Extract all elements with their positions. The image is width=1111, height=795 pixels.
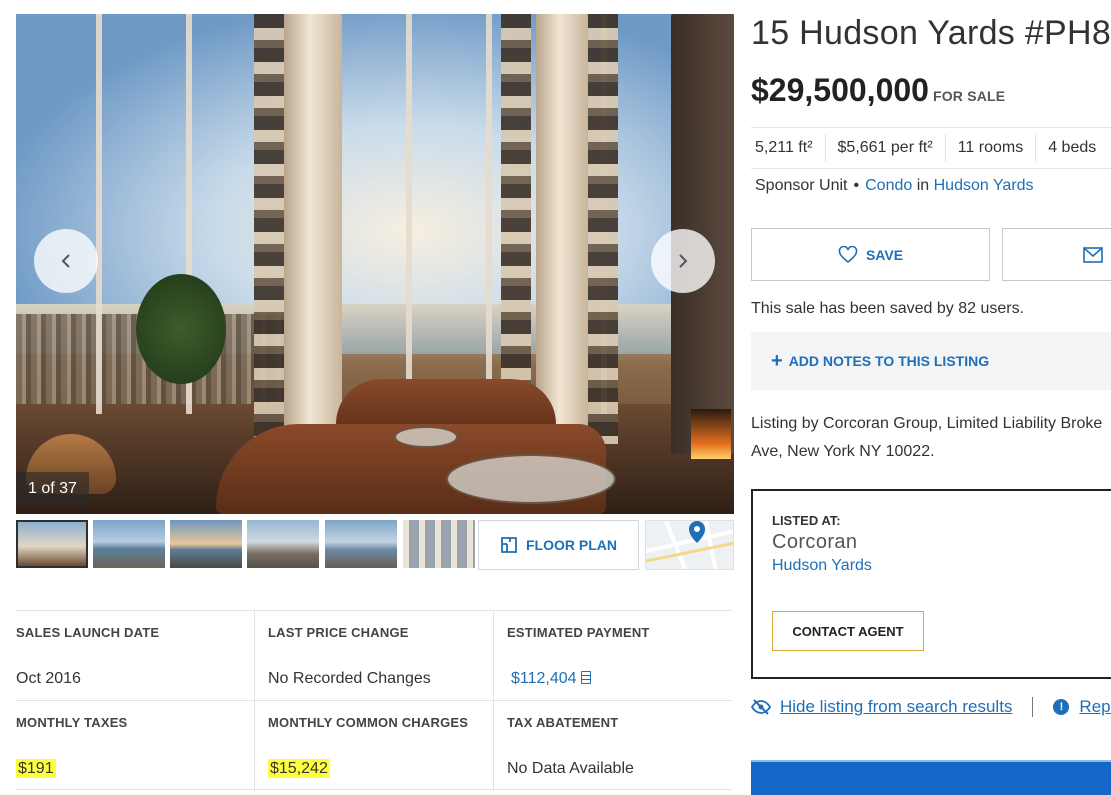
thumbnail[interactable]: [247, 520, 319, 568]
listed-at-box: LISTED AT: Corcoran Hudson Yards CONTACT…: [751, 489, 1111, 679]
stat-beds: 4 beds: [1048, 139, 1097, 156]
common-charges-value: $15,242: [268, 759, 330, 778]
map-pin-icon: [646, 521, 733, 569]
column: [536, 14, 588, 454]
monthly-taxes-value: $191: [16, 759, 56, 778]
info-icon[interactable]: !: [1053, 699, 1070, 715]
listing-details-table: SALES LAUNCH DATE Oct 2016 LAST PRICE CH…: [16, 610, 732, 791]
drape: [254, 14, 284, 444]
unit-type: Sponsor Unit: [755, 177, 848, 194]
detail-label: LAST PRICE CHANGE: [268, 625, 409, 640]
share-email-button[interactable]: [1002, 228, 1111, 281]
listing-summary-panel: 15 Hudson Yards #PH88 $29,500,000 FOR SAL…: [751, 0, 1111, 795]
thumbnail-strip: FLOOR PLAN: [16, 520, 734, 570]
detail-cell: ESTIMATED PAYMENT $112,404: [493, 611, 732, 701]
detail-cell: TAX ABATEMENT No Data Available: [493, 701, 732, 791]
listing-broker-text: Listing by Corcoran Group, Limited Liabi…: [751, 415, 1103, 460]
listing-meta: Sponsor Unit • Condo in Hudson Yards: [755, 177, 1034, 195]
fireplace: [691, 409, 731, 459]
photo-counter: 1 of 37: [16, 472, 89, 506]
detail-cell: MONTHLY TAXES $191: [16, 701, 254, 791]
in-word: in: [916, 177, 930, 194]
side-table: [394, 426, 458, 448]
detail-value: No Recorded Changes: [268, 670, 431, 687]
hide-listing-link[interactable]: Hide listing from search results: [780, 697, 1012, 717]
detail-cell: SALES LAUNCH DATE Oct 2016: [16, 611, 254, 701]
listing-stats: 5,211 ft² $5,661 per ft² 11 rooms 4 beds: [751, 127, 1111, 169]
plant: [136, 274, 226, 384]
floor-plan-icon: [501, 537, 517, 553]
coffee-table: [446, 454, 616, 504]
stat-area: 5,211 ft²: [751, 134, 826, 162]
listed-at-label: LISTED AT:: [772, 513, 841, 528]
property-type-link[interactable]: Condo: [865, 177, 912, 194]
chevron-left-icon: [61, 254, 70, 268]
detail-value: $191: [16, 759, 56, 778]
floor-plan-button[interactable]: FLOOR PLAN: [478, 520, 639, 570]
saved-count-note: This sale has been saved by 82 users.: [751, 300, 1025, 317]
contact-agent-button[interactable]: CONTACT AGENT: [772, 611, 924, 651]
eye-slash-icon[interactable]: [751, 698, 771, 716]
sale-status: FOR SALE: [932, 88, 1006, 104]
detail-value: Oct 2016: [16, 670, 81, 687]
photo-gallery[interactable]: [16, 14, 734, 514]
window-mullion: [406, 14, 412, 414]
stat-rooms: 11 rooms: [954, 134, 1037, 162]
detail-value: $15,242: [268, 759, 330, 778]
save-button[interactable]: SAVE: [751, 228, 990, 281]
window-mullion: [96, 14, 102, 414]
broker-firm-name: Corcoran: [772, 531, 858, 553]
listing-actions-links: Hide listing from search results ! Repor…: [751, 697, 1111, 717]
heart-icon: [838, 245, 858, 263]
save-label: SAVE: [865, 246, 904, 263]
add-notes-button[interactable]: + ADD NOTES TO THIS LISTING: [751, 332, 1111, 390]
details-row: SALES LAUNCH DATE Oct 2016 LAST PRICE CH…: [16, 610, 732, 701]
price-line: $29,500,000 FOR SALE: [751, 72, 1005, 109]
chevron-right-icon: [679, 254, 688, 268]
listing-price: $29,500,000: [751, 72, 929, 108]
neighborhood-link[interactable]: Hudson Yards: [934, 177, 1034, 194]
detail-cell: MONTHLY COMMON CHARGES $15,242: [254, 701, 493, 791]
thumbnail[interactable]: [170, 520, 242, 568]
stat-price-per-ft: $5,661 per ft²: [834, 134, 946, 162]
report-link[interactable]: Report: [1079, 697, 1111, 717]
detail-label: ESTIMATED PAYMENT: [507, 625, 650, 640]
detail-label: MONTHLY TAXES: [16, 715, 128, 730]
window-mullion: [486, 14, 492, 414]
calculator-icon[interactable]: [580, 671, 591, 684]
plus-icon: +: [771, 350, 783, 372]
link-separator: [1032, 697, 1034, 717]
floor-plan-label: FLOOR PLAN: [526, 537, 617, 553]
thumbnail[interactable]: [325, 520, 397, 568]
details-row: MONTHLY TAXES $191 MONTHLY COMMON CHARGE…: [16, 700, 732, 791]
add-notes-label: ADD NOTES TO THIS LISTING: [788, 353, 990, 369]
estimated-payment-link[interactable]: $112,404: [511, 670, 591, 688]
column: [284, 14, 342, 454]
envelope-icon: [1083, 246, 1103, 263]
detail-label: SALES LAUNCH DATE: [16, 625, 160, 640]
bullet-separator: •: [853, 177, 860, 194]
next-photo-button[interactable]: [651, 229, 715, 293]
prev-photo-button[interactable]: [34, 229, 98, 293]
listing-title: 15 Hudson Yards #PH88: [751, 14, 1111, 52]
map-thumbnail[interactable]: [645, 520, 734, 570]
detail-cell: LAST PRICE CHANGE No Recorded Changes: [254, 611, 493, 701]
detail-label: MONTHLY COMMON CHARGES: [268, 715, 469, 730]
detail-value: No Data Available: [507, 760, 634, 777]
estimated-payment-value[interactable]: $112,404: [511, 670, 577, 687]
blue-action-bar[interactable]: [751, 760, 1111, 795]
thumbnail[interactable]: [16, 520, 88, 568]
thumbnail[interactable]: [93, 520, 165, 568]
drape: [588, 14, 618, 444]
thumbnail[interactable]: [403, 520, 475, 568]
detail-label: TAX ABATEMENT: [507, 715, 619, 730]
broker-area-link[interactable]: Hudson Yards: [772, 557, 872, 575]
gallery-photo-sky: [16, 14, 734, 324]
